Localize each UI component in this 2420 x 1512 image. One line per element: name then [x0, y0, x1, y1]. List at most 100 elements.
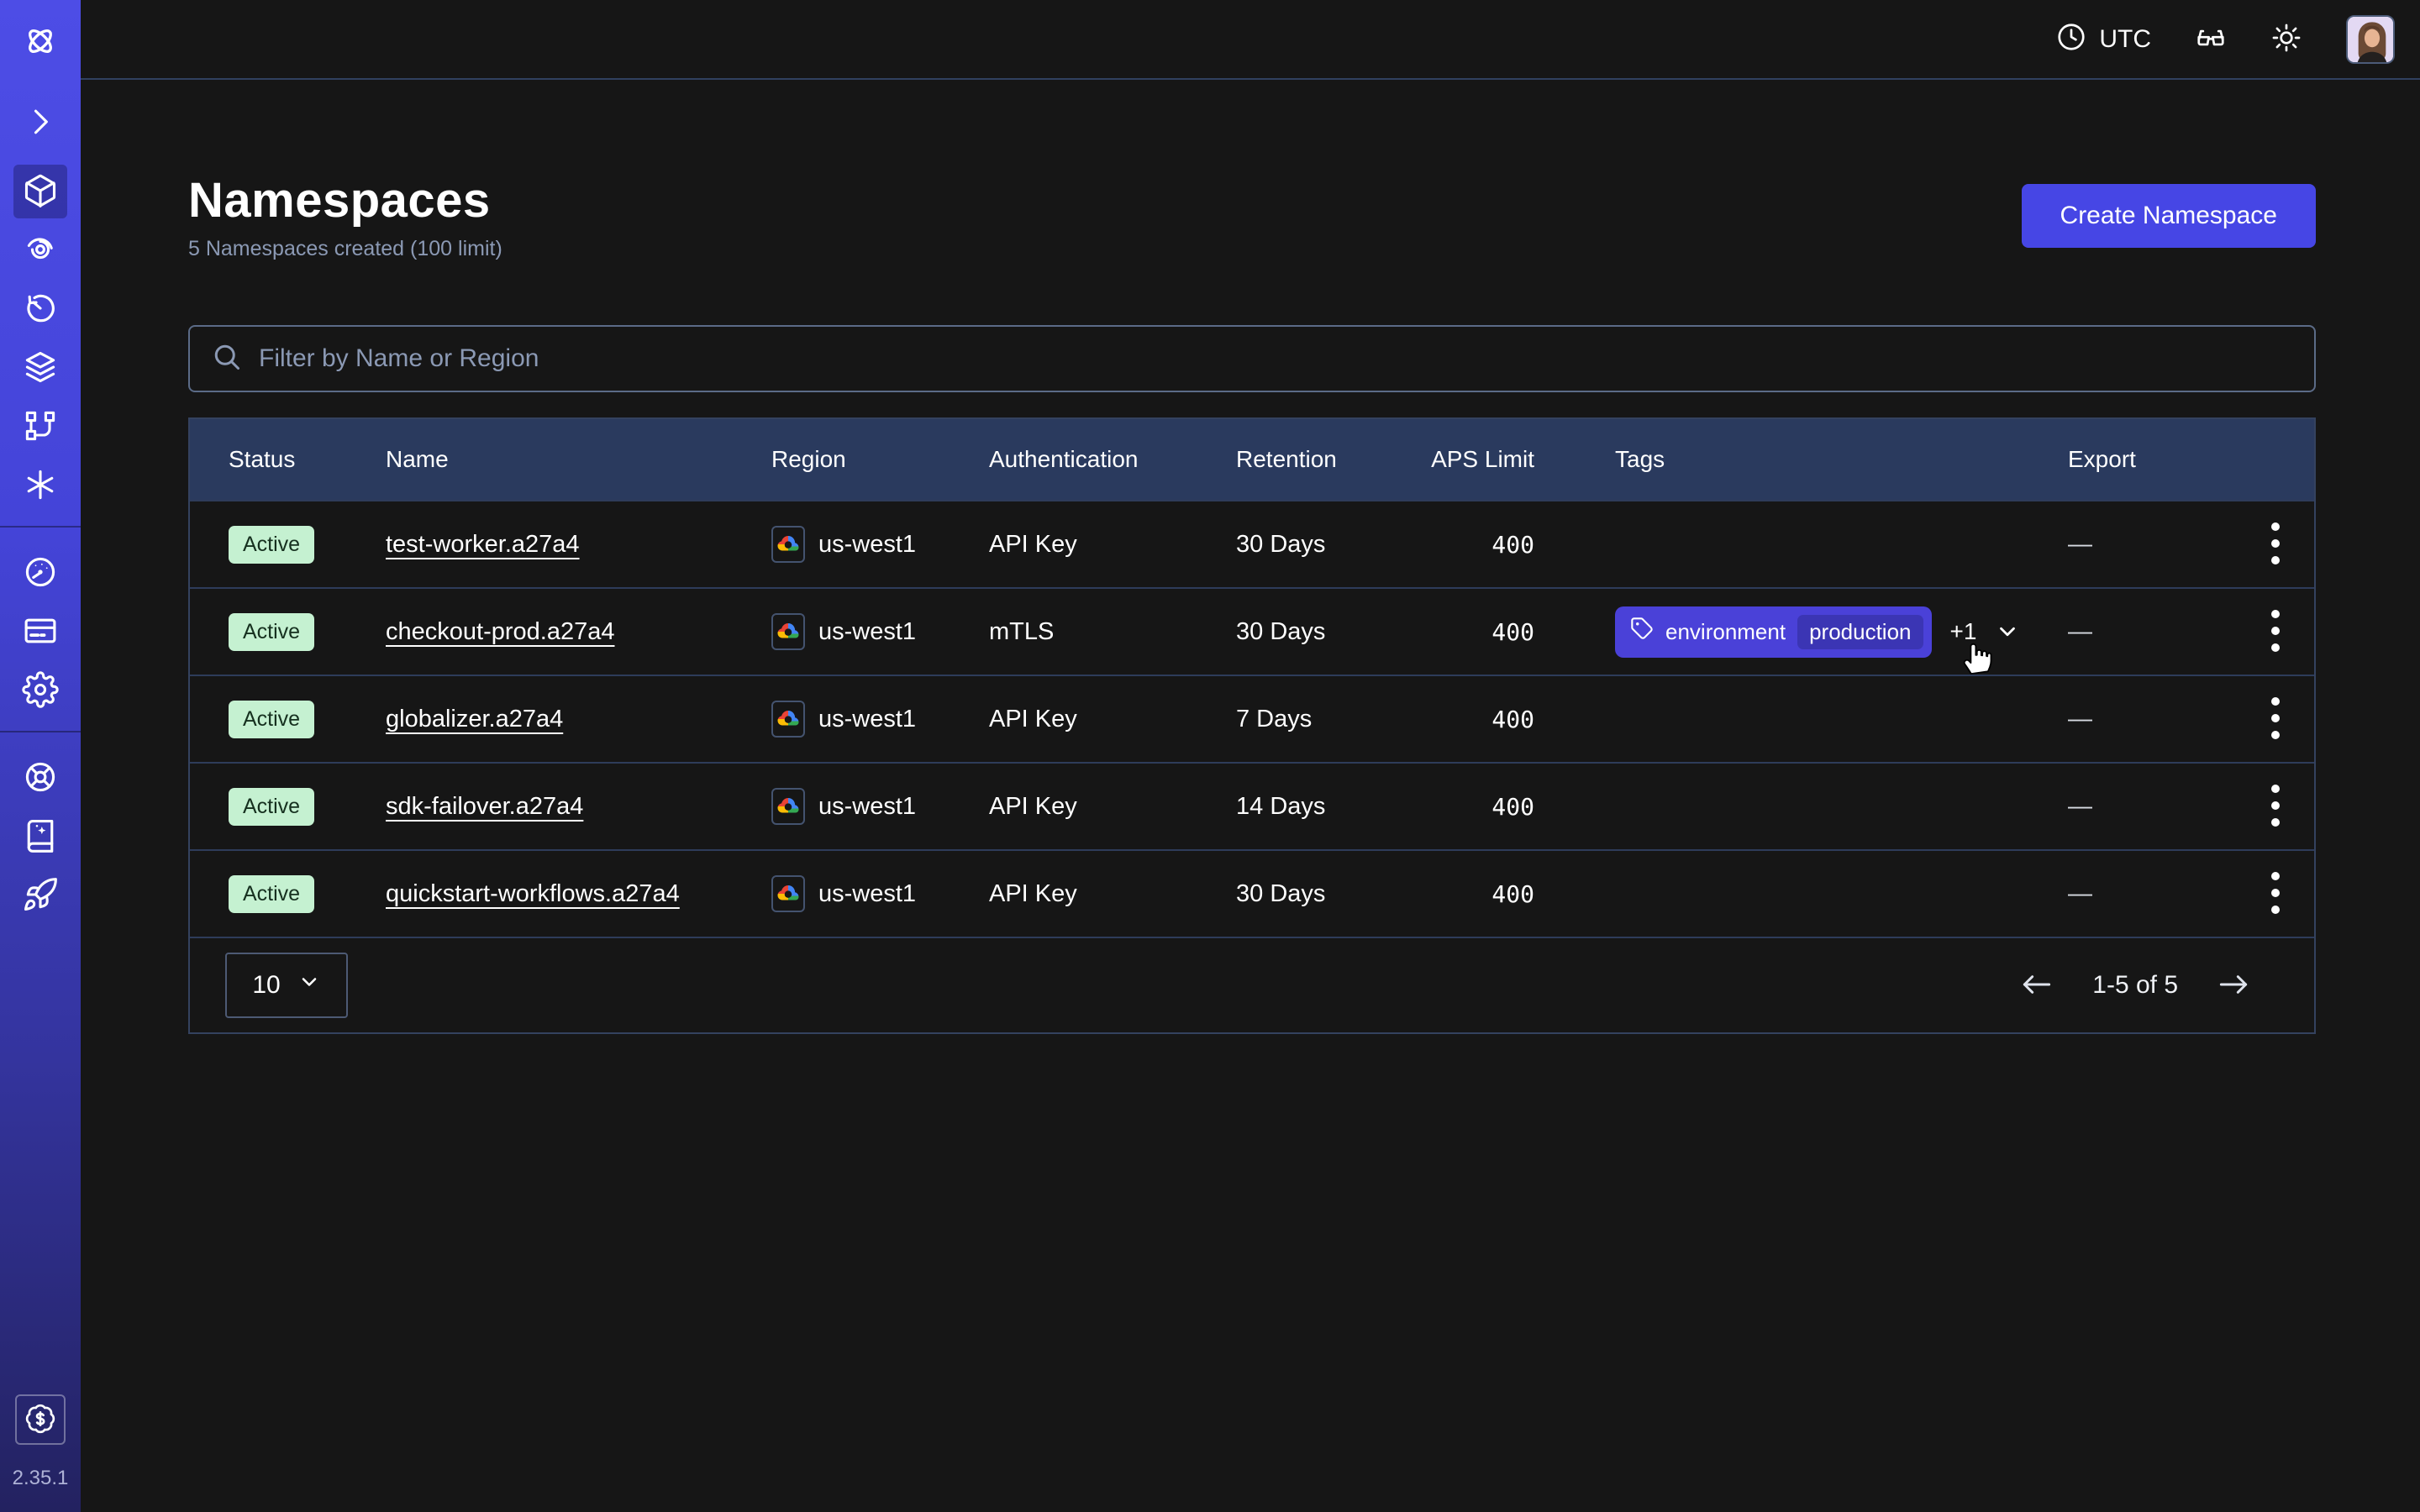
namespace-link[interactable]: globalizer.a27a4 [386, 706, 563, 733]
previous-page-button[interactable] [2020, 971, 2054, 1000]
row-menu-button[interactable] [2270, 608, 2281, 656]
export-value: — [2068, 880, 2238, 908]
app-version: 2.35.1 [13, 1467, 69, 1490]
column-header-export: Export [2068, 446, 2238, 473]
pagination-range-label: 1-5 of 5 [2092, 971, 2178, 1000]
filter-input[interactable] [259, 344, 2292, 373]
user-avatar[interactable] [2346, 15, 2395, 64]
gcp-region-icon [771, 788, 805, 825]
tag-pill[interactable]: environment production [1615, 606, 1932, 658]
namespace-link[interactable]: test-worker.a27a4 [386, 531, 580, 559]
sidebar-divider [0, 731, 81, 732]
sidebar: 2.35.1 [0, 0, 81, 1512]
row-menu-button[interactable] [2270, 870, 2281, 918]
tags-expand-chevron[interactable] [1995, 619, 2020, 644]
column-header-region: Region [771, 446, 989, 473]
namespace-link[interactable]: sdk-failover.a27a4 [386, 793, 583, 821]
create-namespace-button[interactable]: Create Namespace [2022, 184, 2316, 248]
schedules-timer-icon [22, 290, 59, 329]
status-badge: Active [229, 613, 314, 651]
aps-limit-value: 400 [1425, 706, 1534, 733]
column-header-retention: Retention [1236, 446, 1425, 473]
column-header-authentication: Authentication [989, 446, 1236, 473]
timezone-label: UTC [2099, 25, 2151, 54]
support-lifebuoy-icon [22, 759, 59, 798]
row-menu-button[interactable] [2270, 783, 2281, 831]
sidebar-item-batch[interactable] [0, 462, 81, 509]
sidebar-item-schedules[interactable] [0, 286, 81, 333]
sidebar-expand-button[interactable] [0, 99, 81, 146]
auth-method: API Key [989, 880, 1236, 908]
retention-value: 30 Days [1236, 618, 1425, 646]
clock-icon [2055, 21, 2087, 57]
table-body: Active test-worker.a27a4 us-west1 API Ke… [190, 500, 2314, 937]
region-label: us-west1 [818, 880, 916, 908]
table-row: Active globalizer.a27a4 us-west1 API Key… [190, 675, 2314, 762]
column-header-name: Name [386, 446, 771, 473]
usage-gauge-icon [22, 554, 59, 593]
deployments-layers-icon [22, 349, 59, 388]
status-badge: Active [229, 788, 314, 826]
table-header-row: Status Name Region Authentication Retent… [190, 419, 2314, 500]
export-value: — [2068, 706, 2238, 733]
region-label: us-west1 [818, 531, 916, 559]
main-content: Namespaces 5 Namespaces created (100 lim… [81, 81, 2420, 1512]
sidebar-item-namespaces[interactable] [0, 168, 81, 215]
theme-toggle-button[interactable] [2270, 22, 2302, 56]
status-badge: Active [229, 875, 314, 913]
retention-value: 7 Days [1236, 706, 1425, 733]
export-value: — [2068, 793, 2238, 821]
tag-key: environment [1665, 619, 1786, 645]
plan-dollar-badge-icon [24, 1403, 56, 1437]
sidebar-item-home[interactable] [0, 18, 81, 66]
aps-limit-value: 400 [1425, 880, 1534, 908]
page-subtitle: 5 Namespaces created (100 limit) [188, 237, 502, 261]
timezone-selector[interactable]: UTC [2055, 21, 2151, 57]
nexus-branch-icon [22, 407, 59, 447]
column-header-status: Status [190, 446, 386, 473]
namespace-link[interactable]: checkout-prod.a27a4 [386, 618, 614, 646]
table-row: Active sdk-failover.a27a4 us-west1 API K… [190, 762, 2314, 849]
table-row: Active test-worker.a27a4 us-west1 API Ke… [190, 500, 2314, 587]
page-size-select[interactable]: 10 [225, 953, 348, 1018]
sidebar-item-usage[interactable] [0, 549, 81, 596]
sidebar-item-insights[interactable] [0, 227, 81, 274]
table-row: Active checkout-prod.a27a4 us-west1 mTLS… [190, 587, 2314, 675]
auth-method: API Key [989, 706, 1236, 733]
next-page-button[interactable] [2217, 971, 2250, 1000]
tags-more-count: +1 [1950, 618, 1977, 645]
namespaces-table: Status Name Region Authentication Retent… [188, 417, 2316, 1034]
tag-group: environment production +1 [1615, 606, 2020, 658]
gcp-region-icon [771, 875, 805, 912]
getting-started-rocket-icon [22, 876, 59, 916]
sidebar-item-settings[interactable] [0, 667, 81, 714]
namespace-link[interactable]: quickstart-workflows.a27a4 [386, 880, 680, 908]
sidebar-item-docs[interactable] [0, 813, 81, 860]
namespaces-cube-icon [22, 172, 59, 212]
arrow-left-icon [2020, 971, 2054, 1000]
filter-box [188, 325, 2316, 392]
kebab-icon [2270, 608, 2281, 656]
sidebar-item-support[interactable] [0, 754, 81, 801]
row-menu-button[interactable] [2270, 696, 2281, 743]
auth-method: API Key [989, 793, 1236, 821]
sidebar-item-billing[interactable] [0, 608, 81, 655]
kebab-icon [2270, 521, 2281, 569]
sidebar-item-deployments[interactable] [0, 344, 81, 391]
aps-limit-value: 400 [1425, 793, 1534, 821]
region-label: us-west1 [818, 793, 916, 821]
page-title: Namespaces [188, 172, 502, 228]
retention-value: 30 Days [1236, 531, 1425, 559]
retention-value: 14 Days [1236, 793, 1425, 821]
plan-usage-button[interactable] [15, 1394, 66, 1445]
docs-book-icon [22, 817, 59, 857]
accessibility-glasses-button[interactable] [2195, 22, 2227, 56]
row-menu-button[interactable] [2270, 521, 2281, 569]
gcp-region-icon [771, 701, 805, 738]
export-value: — [2068, 618, 2238, 646]
sidebar-item-nexus[interactable] [0, 403, 81, 450]
sidebar-item-getting-started[interactable] [0, 872, 81, 919]
aps-limit-value: 400 [1425, 618, 1534, 646]
gcp-region-icon [771, 526, 805, 563]
retention-value: 30 Days [1236, 880, 1425, 908]
